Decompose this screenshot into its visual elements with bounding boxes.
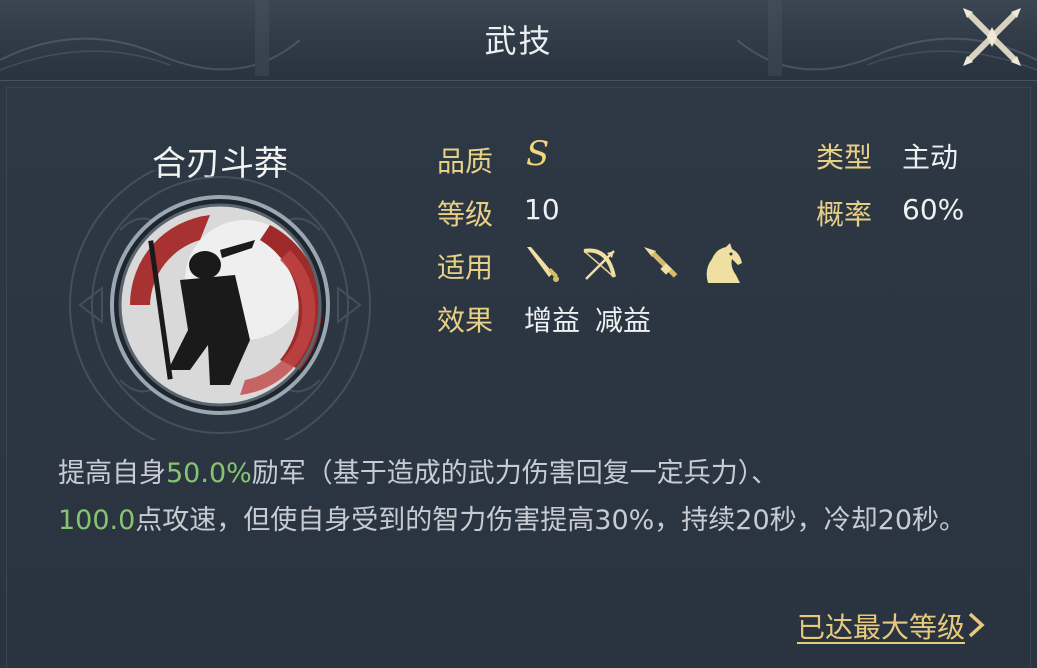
type-label: 类型 bbox=[816, 141, 873, 174]
desc-text-3: 点攻速，但使自身受到的智力伤害提高30%，持续20秒，冷却20秒。 bbox=[135, 505, 967, 536]
chance-value: 60% bbox=[902, 193, 965, 226]
close-icon[interactable] bbox=[957, 2, 1027, 72]
desc-text-2: 励军（基于造成的武力伤害回复一定兵力）、 bbox=[251, 458, 779, 489]
type-value: 主动 bbox=[902, 141, 959, 174]
skill-emblem-icon bbox=[69, 170, 371, 440]
title-bar: 武技 bbox=[0, 0, 1037, 76]
quality-value: S bbox=[526, 134, 550, 174]
desc-highlight-2: 100.0 bbox=[58, 505, 136, 536]
bow-icon bbox=[583, 248, 616, 280]
max-level-link[interactable]: 已达最大等级 bbox=[797, 606, 965, 646]
chevron-right-icon[interactable] bbox=[967, 612, 985, 638]
page-title: 武技 bbox=[484, 22, 553, 60]
sword-icon bbox=[527, 247, 559, 282]
level-label: 等级 bbox=[437, 198, 494, 231]
effect-label: 效果 bbox=[437, 304, 494, 337]
quality-label: 品质 bbox=[437, 145, 494, 178]
applies-label: 适用 bbox=[437, 251, 494, 284]
level-value: 10 bbox=[524, 193, 560, 226]
chance-label: 概率 bbox=[816, 198, 873, 231]
spear-icon bbox=[644, 247, 678, 278]
desc-highlight-1: 50.0% bbox=[166, 458, 252, 489]
desc-text-1: 提高自身 bbox=[58, 458, 166, 489]
horse-icon bbox=[706, 243, 742, 283]
effect-buff: 增益 bbox=[524, 304, 581, 337]
effect-debuff: 减益 bbox=[595, 304, 652, 337]
skill-description: 提高自身50.0%励军（基于造成的武力伤害回复一定兵力）、 100.0点攻速，但… bbox=[58, 450, 978, 544]
